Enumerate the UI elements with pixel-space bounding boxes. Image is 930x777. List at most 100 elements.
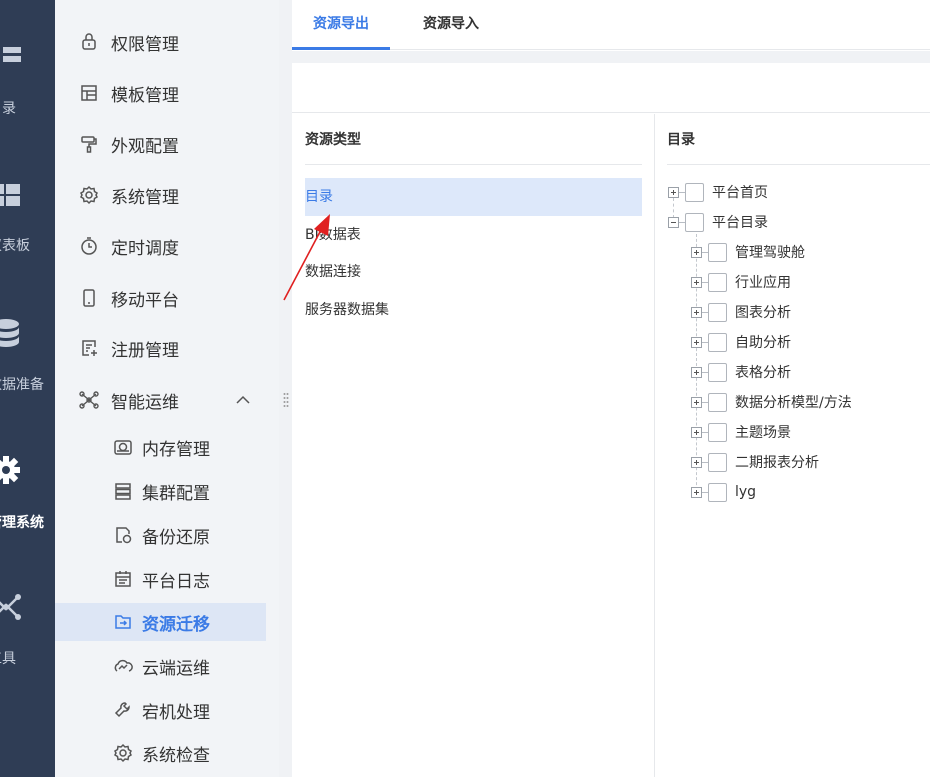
expand-icon[interactable]: [691, 336, 702, 348]
menu-item-system[interactable]: 系统管理: [55, 175, 279, 215]
menu-item-schedule[interactable]: 定时调度: [55, 226, 279, 266]
menu-item-cluster[interactable]: 集群配置: [55, 471, 279, 511]
resource-type-item-server-dataset[interactable]: 服务器数据集: [305, 291, 642, 329]
tab-bar: 资源导出 资源导入: [292, 0, 930, 50]
menu-item-downtime[interactable]: 宕机处理: [55, 690, 279, 730]
divider: [667, 164, 930, 165]
tree-checkbox[interactable]: [708, 422, 727, 442]
paint-roller-icon: [81, 136, 97, 153]
expand-icon[interactable]: [691, 306, 702, 318]
tree-node-label: lyg: [735, 484, 757, 500]
menu-item-register[interactable]: 注册管理: [55, 328, 279, 368]
memory-icon: [114, 440, 132, 455]
expand-icon[interactable]: [691, 396, 702, 408]
tree-checkbox[interactable]: [708, 272, 727, 292]
backup-icon: [116, 527, 132, 544]
resource-type-item-bi-table[interactable]: BI数据表: [305, 216, 642, 254]
menu-item-permission[interactable]: 权限管理: [55, 22, 279, 62]
tree-checkbox[interactable]: [708, 452, 727, 472]
tree-node-label: 主题场景: [735, 425, 791, 441]
expand-icon[interactable]: [691, 426, 702, 438]
tree-checkbox[interactable]: [708, 302, 727, 322]
menu-item-log[interactable]: 平台日志: [55, 559, 279, 599]
menu-item-label: 智能运维: [111, 392, 179, 413]
tree-node-label: 行业应用: [735, 275, 791, 291]
rail-item-label: 数据准备: [0, 377, 44, 393]
tree-checkbox[interactable]: [708, 392, 727, 412]
menu-item-system-check[interactable]: 系统检查: [55, 733, 279, 773]
tree-node: 自助分析: [691, 331, 791, 353]
menu-item-migration[interactable]: 资源迁移: [55, 603, 266, 641]
tree-node-label: 平台首页: [712, 185, 768, 201]
menu-item-label: 定时调度: [111, 238, 179, 259]
tree-checkbox[interactable]: [708, 332, 727, 352]
menu-item-template[interactable]: 模板管理: [55, 73, 279, 113]
expand-icon[interactable]: [668, 186, 679, 198]
expand-icon[interactable]: [691, 366, 702, 378]
panel-splitter[interactable]: [279, 0, 292, 777]
register-icon: [82, 340, 97, 356]
rail-item-label: 仪表板: [0, 238, 30, 254]
tree-node-label: 管理驾驶舱: [735, 245, 805, 261]
rail-item-dashboard[interactable]: 仪表板: [0, 180, 55, 260]
expand-icon[interactable]: [691, 456, 702, 468]
drag-handle-icon[interactable]: [283, 392, 289, 408]
rail-item-label: 工具: [0, 651, 16, 667]
log-icon: [115, 571, 131, 587]
menu-item-smart-ops[interactable]: 智能运维: [55, 380, 279, 420]
mobile-icon: [83, 289, 95, 307]
rail-item-label: 目录: [0, 101, 16, 117]
tree-node-label: 图表分析: [735, 305, 791, 321]
rail-item-catalog[interactable]: 目录: [0, 40, 55, 120]
resource-type-item-catalog[interactable]: 目录: [305, 178, 642, 216]
menu-item-appearance[interactable]: 外观配置: [55, 124, 279, 164]
expand-icon[interactable]: [691, 486, 702, 498]
expand-icon[interactable]: [691, 246, 702, 258]
tree-node: 平台目录: [668, 211, 768, 233]
tab-import[interactable]: 资源导入: [405, 0, 497, 50]
menu-item-label: 模板管理: [111, 85, 179, 106]
wrench-icon: [114, 702, 130, 718]
tree-checkbox[interactable]: [708, 362, 727, 382]
menu-item-label: 备份还原: [142, 527, 210, 548]
expand-icon[interactable]: [691, 276, 702, 288]
tree-checkbox[interactable]: [685, 212, 704, 232]
dashboard-icon: [0, 184, 20, 206]
tree-node-label: 自助分析: [735, 335, 791, 351]
tree-node: 图表分析: [691, 301, 791, 323]
tree-node: 管理驾驶舱: [691, 241, 805, 263]
resource-type-panel: 资源类型 目录 BI数据表 数据连接 服务器数据集: [292, 114, 655, 777]
directory-heading: 目录: [667, 132, 695, 148]
timer-icon: [81, 237, 97, 255]
tree-node: lyg: [691, 481, 756, 503]
tree-checkbox[interactable]: [685, 182, 704, 202]
menu-item-memory[interactable]: 内存管理: [55, 427, 279, 467]
menu-item-label: 内存管理: [142, 439, 210, 460]
tab-export[interactable]: 资源导出: [292, 0, 390, 50]
divider: [292, 51, 930, 63]
menu-item-backup[interactable]: 备份还原: [55, 515, 279, 555]
tree-checkbox[interactable]: [708, 242, 727, 262]
template-icon: [81, 85, 97, 101]
rail-item-data-prep[interactable]: 数据准备: [0, 317, 55, 397]
resource-type-item-connection[interactable]: 数据连接: [305, 253, 642, 291]
collapse-icon[interactable]: [668, 216, 679, 228]
rail-item-management[interactable]: 管理系统: [0, 455, 55, 535]
menu-item-label: 外观配置: [111, 136, 179, 157]
tree-checkbox[interactable]: [708, 482, 727, 502]
chevron-up-icon[interactable]: [235, 392, 251, 408]
menu-item-label: 系统管理: [111, 187, 179, 208]
menu-item-label: 系统检查: [142, 745, 210, 766]
rail-item-tools[interactable]: 工具: [0, 592, 55, 672]
app-rail: 目录 仪表板 数据准备 管理系统 工具: [0, 0, 55, 777]
tree-node: 主题场景: [691, 421, 791, 443]
menu-item-mobile[interactable]: 移动平台: [55, 278, 279, 318]
rail-item-label: 管理系统: [0, 515, 44, 531]
menu-item-label: 云端运维: [142, 658, 210, 679]
database-icon: [0, 319, 19, 347]
toolbar: [292, 63, 930, 113]
menu-item-cloud-ops[interactable]: 云端运维: [55, 646, 279, 686]
tree-node-label: 二期报表分析: [735, 455, 819, 471]
gear-check-icon: [114, 743, 132, 763]
network-icon: [0, 594, 21, 620]
